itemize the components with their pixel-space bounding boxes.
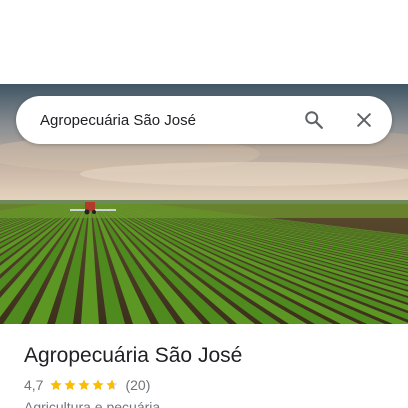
search-button[interactable] (294, 100, 334, 140)
place-title: Agropecuária São José (24, 344, 243, 367)
search-input[interactable]: Agropecuária São José (40, 112, 294, 129)
close-icon (357, 113, 371, 127)
place-page: Agropecuária São José Agropecuária São J… (0, 0, 408, 408)
star-icon (50, 379, 63, 391)
place-info: Agropecuária São José 4,7 (20) Agricultu… (24, 324, 394, 408)
star-icon (106, 379, 119, 391)
rating-value: 4,7 (24, 377, 44, 393)
place-category: Agricultura e pecuária (24, 399, 161, 408)
top-blank-area (0, 0, 408, 84)
search-icon (305, 111, 323, 129)
star-icon (78, 379, 91, 391)
review-count[interactable]: (20) (125, 376, 150, 394)
close-button[interactable] (344, 100, 384, 140)
search-box[interactable]: Agropecuária São José (16, 96, 392, 144)
star-rating (49, 378, 119, 392)
star-icon (92, 379, 105, 391)
rating-row[interactable]: 4,7 (20) (24, 376, 394, 394)
star-icon (64, 379, 77, 391)
